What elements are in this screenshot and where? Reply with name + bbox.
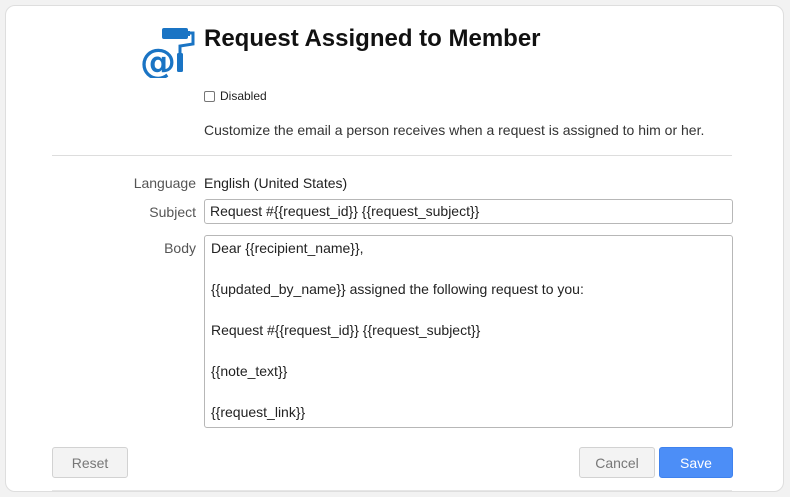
language-label: Language bbox=[133, 175, 196, 191]
body-line: {{request_link}} bbox=[211, 404, 306, 420]
disabled-toggle[interactable]: Disabled bbox=[204, 89, 267, 103]
language-value: English (United States) bbox=[204, 175, 348, 191]
description-text: Customize the email a person receives wh… bbox=[204, 122, 705, 138]
body-textarea[interactable]: Dear {{recipient_name}}, {{updated_by_na… bbox=[204, 235, 733, 428]
save-button[interactable]: Save bbox=[659, 447, 733, 478]
header-divider bbox=[52, 155, 732, 156]
subject-field[interactable]: Request #{{request_id}} {{request_subjec… bbox=[204, 199, 733, 224]
reset-button[interactable]: Reset bbox=[52, 447, 128, 478]
body-line: Request #{{request_id}} {{request_subjec… bbox=[211, 322, 481, 338]
body-label: Body bbox=[164, 240, 196, 256]
body-line: Dear {{recipient_name}}, bbox=[211, 240, 364, 256]
svg-text:@: @ bbox=[140, 42, 176, 78]
disabled-label: Disabled bbox=[220, 89, 267, 103]
page-title: Request Assigned to Member bbox=[204, 25, 541, 52]
email-template-icon: @ bbox=[140, 24, 196, 83]
body-line: {{note_text}} bbox=[211, 363, 288, 379]
email-template-card: @ Request Assigned to Member Disabled Cu… bbox=[5, 5, 784, 492]
disabled-checkbox[interactable] bbox=[204, 90, 215, 102]
subject-label: Subject bbox=[149, 204, 196, 220]
body-line: {{updated_by_name}} assigned the followi… bbox=[211, 281, 584, 297]
footer-divider bbox=[52, 490, 732, 491]
cancel-button[interactable]: Cancel bbox=[579, 447, 655, 478]
